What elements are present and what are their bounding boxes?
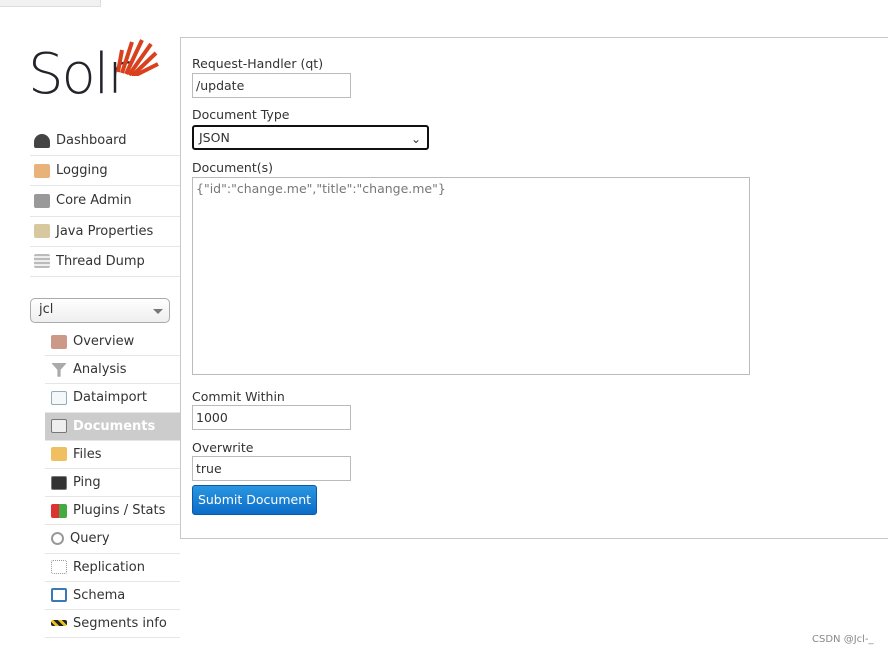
monitor-icon [51,475,67,490]
core-nav-query[interactable]: Query [45,525,180,554]
blocks-icon [51,503,67,518]
dashboard-icon [34,133,50,148]
nav-label: Replication [73,559,145,575]
nav-label: Analysis [73,362,127,378]
document-type-label: Document Type [192,107,290,122]
folder-icon [51,447,67,462]
core-nav: Overview Analysis Dataimport Documents F… [45,328,180,639]
thread-dump-icon [34,254,50,269]
nav-label: Core Admin [56,193,132,209]
nav-dashboard[interactable]: Dashboard [30,126,180,157]
watermark: CSDN @Jcl-_ [812,634,874,645]
nav-label: Query [70,531,110,547]
core-nav-overview[interactable]: Overview [45,328,180,357]
nav-label: Logging [56,163,108,179]
chevron-down-icon: ⌄ [410,132,421,146]
core-nav-files[interactable]: Files [45,441,180,469]
nav-label: Dashboard [56,133,127,149]
document-type-value: JSON [199,130,230,145]
documents-icon [51,419,67,434]
overwrite-input[interactable]: true [192,456,351,481]
browser-tab-area [100,0,888,7]
core-selector-value: jcl [39,302,54,317]
nav-label: Files [73,446,102,462]
nav-label: Segments info [73,615,167,631]
nav-label: Ping [73,475,101,491]
nav-core-admin[interactable]: Core Admin [30,186,180,217]
document-type-select[interactable]: JSON ⌄ [192,125,429,150]
nav-label: Plugins / Stats [73,503,166,519]
logo-sunburst-icon [116,39,159,76]
nav-label: Schema [73,587,126,603]
nav-thread-dump[interactable]: Thread Dump [30,247,180,277]
dataimport-icon [51,390,67,405]
overwrite-label: Overwrite [192,440,254,455]
nav-label: Java Properties [56,223,154,239]
documents-label: Document(s) [192,160,274,175]
logging-icon [34,163,50,178]
core-nav-analysis[interactable]: Analysis [45,356,180,385]
core-nav-segments-info[interactable]: Segments info [45,610,180,639]
core-nav-dataimport[interactable]: Dataimport [45,384,180,413]
nav-label: Dataimport [73,390,147,406]
magnifier-icon [51,532,64,546]
solr-logo[interactable]: Solr [28,36,163,107]
replication-icon [51,560,67,575]
commit-within-label: Commit Within [192,389,285,404]
barrier-icon [51,620,67,627]
chevron-down-icon [153,309,163,314]
home-icon [51,334,67,349]
core-nav-replication[interactable]: Replication [45,554,180,582]
core-selector[interactable]: jcl [30,298,170,323]
request-handler-input[interactable]: /update [192,73,351,98]
global-nav: Dashboard Logging Core Admin Java Proper… [30,126,180,277]
core-nav-ping[interactable]: Ping [45,469,180,498]
core-admin-icon [34,193,50,208]
documents-textarea[interactable]: {"id":"change.me","title":"change.me"} [192,177,750,375]
java-properties-icon [34,224,50,239]
core-nav-schema[interactable]: Schema [45,582,180,610]
funnel-icon [51,362,67,377]
submit-document-button[interactable]: Submit Document [192,485,317,515]
documents-panel: Request-Handler (qt) /update Document Ty… [180,37,888,539]
book-icon [51,588,67,603]
nav-label: Thread Dump [56,253,145,269]
nav-label: Documents [73,418,156,434]
nav-logging[interactable]: Logging [30,156,180,187]
nav-java-properties[interactable]: Java Properties [30,217,180,247]
browser-top-strip [0,0,888,7]
nav-label: Overview [73,334,135,350]
core-nav-documents[interactable]: Documents [45,412,180,441]
core-nav-plugins-stats[interactable]: Plugins / Stats [45,497,180,526]
commit-within-input[interactable]: 1000 [192,405,351,430]
request-handler-label: Request-Handler (qt) [192,56,324,71]
